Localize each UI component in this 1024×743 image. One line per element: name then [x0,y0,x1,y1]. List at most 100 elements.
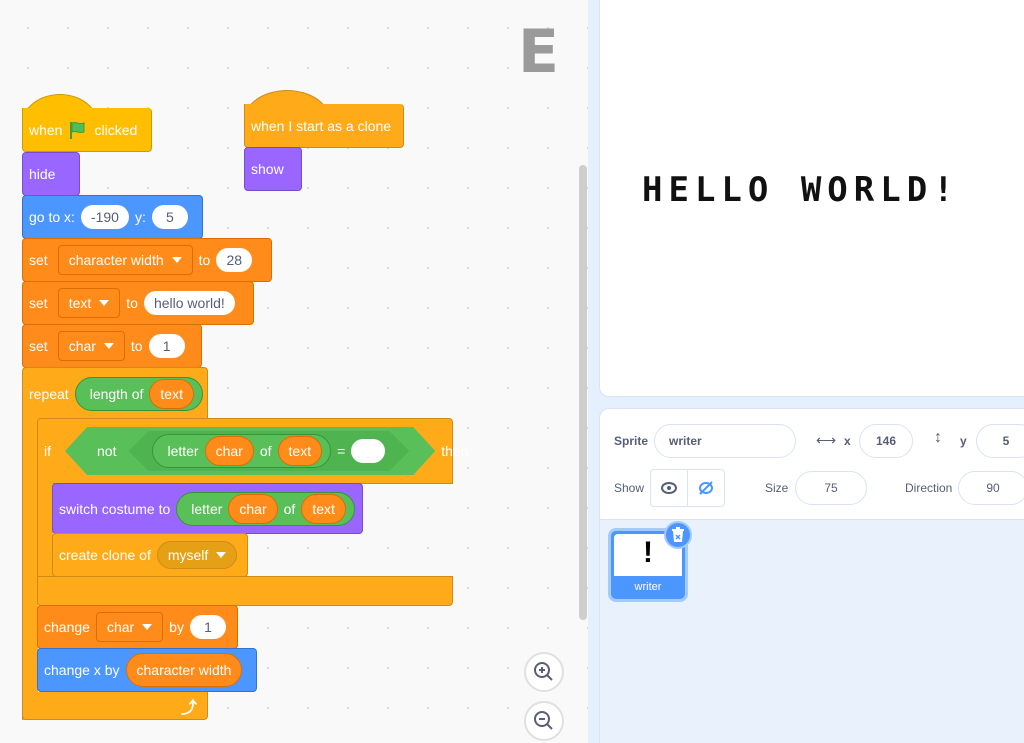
x-input[interactable]: -190 [80,205,129,229]
stage[interactable]: HELLO WORLD! [599,0,1024,397]
set-char-block[interactable]: set char to 1 [22,324,202,368]
zoom-out-button[interactable] [524,701,564,741]
size-label: Size [765,481,789,495]
letter-label: letter [191,500,223,517]
size-input[interactable]: 75 [795,471,867,505]
direction-label: Direction [905,481,953,495]
letter-of-reporter[interactable]: letter char of text [176,491,355,526]
direction-input[interactable]: 90 [958,471,1024,505]
go-to-label: go to x: [29,209,75,225]
hide-label: hide [29,166,56,182]
to-label: to [126,295,138,311]
change-x-label: change x by [44,662,120,678]
create-clone-block[interactable]: create clone of myself [52,533,248,577]
zoom-out-icon [534,711,553,730]
x-label: x [844,434,851,448]
switch-costume-block[interactable]: switch costume to letter char of text [52,483,363,534]
value-input[interactable]: hello world! [143,291,235,315]
of-label: of [259,443,272,459]
variable-name: char [106,619,135,635]
current-sprite-thumbnail: E [518,17,559,87]
x-position-input[interactable]: 146 [859,424,913,458]
to-label: to [130,338,143,354]
variable-dropdown[interactable]: char [95,612,164,642]
variable-name: character width [68,252,164,268]
length-of-reporter[interactable]: length of text [74,376,203,411]
caret-down-icon [103,343,114,349]
char-variable-reporter[interactable]: char [205,436,254,466]
by-label: by [169,619,184,635]
repeat-bottom: ⤴ [22,692,208,720]
show-label: Show [614,481,645,495]
eye-icon [661,482,677,494]
sprite-tile-name: writer [634,581,662,593]
sprite-name-input[interactable]: writer [654,424,796,458]
clone-target: myself [167,547,209,563]
switch-costume-label: switch costume to [59,500,171,517]
compare-value-input[interactable] [351,439,385,463]
set-text-block[interactable]: set text to hello world! [22,281,254,325]
when-label: when [29,121,63,138]
set-character-width-block[interactable]: set character width to 28 [22,238,272,282]
set-label: set [29,252,48,268]
char-variable-reporter[interactable]: char [228,493,278,524]
sprite-info-panel: Sprite writer ⟷ x 146 ↕ y 5 Show Size 75… [599,408,1024,520]
y-input[interactable]: 5 [151,205,188,229]
not-label: not [97,443,117,459]
when-flag-clicked-block[interactable]: when clicked [22,108,152,152]
zoom-in-icon [534,662,553,681]
repeat-label: repeat [29,385,69,402]
value-input[interactable]: 1 [148,334,185,358]
set-label: set [29,295,48,311]
trash-icon [672,527,684,542]
caret-down-icon [171,257,182,263]
if-bottom [37,576,453,606]
y-arrows-icon: ↕ [934,429,942,446]
eye-slash-icon [699,481,713,495]
text-variable-reporter[interactable]: text [149,378,194,409]
delete-sprite-button[interactable] [664,521,692,549]
value-input[interactable]: 28 [216,248,253,272]
if-then-block[interactable]: if not letter char of text = then [37,418,469,484]
length-of-label: length of [89,385,144,402]
character-width-reporter[interactable]: character width [125,653,243,687]
equals-operator[interactable]: letter char of text = [128,431,409,471]
variable-dropdown[interactable]: char [57,331,125,361]
sprite-label: Sprite [614,434,649,448]
change-label: change [44,619,90,635]
repeat-block[interactable]: repeat length of text [22,367,208,419]
zoom-in-button[interactable] [524,652,564,692]
code-workspace[interactable]: E when clicked hide go to x: -190 y: 5 s… [0,0,588,743]
not-operator[interactable]: not letter char of text = [65,427,435,475]
when-clone-label: when I start as a clone [251,117,392,134]
y-label: y [960,434,967,448]
show-block[interactable]: show [244,147,302,191]
then-label: then [441,443,469,459]
if-arm [37,483,53,577]
to-label: to [198,252,211,268]
show-hidden-button[interactable] [687,469,725,507]
letter-label: letter [167,443,199,459]
value-input[interactable]: 1 [189,615,226,639]
change-x-block[interactable]: change x by character width [37,648,257,692]
y-label: y: [134,209,146,225]
if-label: if [44,443,51,459]
change-char-block[interactable]: change char by 1 [37,605,238,649]
y-position-input[interactable]: 5 [976,424,1024,458]
text-variable-reporter[interactable]: text [301,493,346,524]
letter-of-reporter[interactable]: letter char of text [152,434,331,468]
when-clone-start-block[interactable]: when I start as a clone [244,104,404,148]
green-flag-icon [70,121,85,139]
stage-text: HELLO WORLD! [642,170,960,210]
show-visible-button[interactable] [650,469,688,507]
set-label: set [29,338,48,354]
hide-block[interactable]: hide [22,152,80,196]
go-to-xy-block[interactable]: go to x: -190 y: 5 [22,195,203,239]
variable-dropdown[interactable]: text [57,288,121,318]
workspace-scrollbar[interactable] [579,165,587,620]
variable-dropdown[interactable]: character width [57,245,193,275]
of-label: of [283,500,296,517]
clone-target-dropdown[interactable]: myself [156,541,238,569]
equals-label: = [337,443,346,459]
text-variable-reporter[interactable]: text [278,436,323,466]
